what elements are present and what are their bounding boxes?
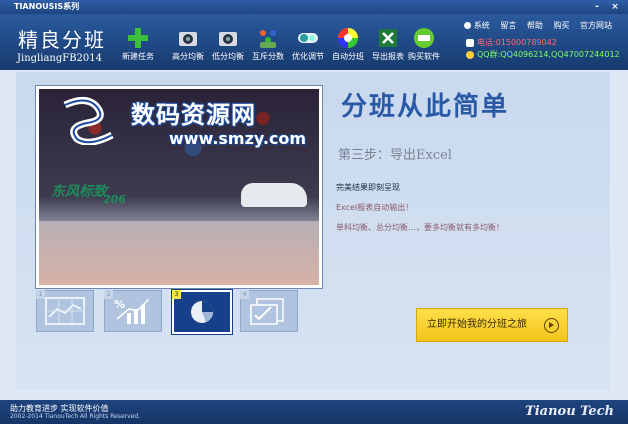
tool-label: 低分均衡 <box>212 52 244 61</box>
app-version: JingliangFB2014 <box>17 53 102 64</box>
new-task-button[interactable]: 新建任务 <box>118 26 158 62</box>
tool-label: 导出报表 <box>372 52 404 61</box>
high-score-balance-button[interactable]: 高分均衡 <box>168 26 208 62</box>
menu-buy[interactable]: 购买 <box>553 21 569 30</box>
export-report-button[interactable]: 导出报表 <box>368 26 408 62</box>
feature-image: 东风标致 206 数码资源网 www.smzy.com <box>36 86 322 288</box>
step-title: 第三步：导出Excel <box>338 148 452 163</box>
step-thumb-4[interactable]: 4 <box>240 290 298 332</box>
exclusive-score-button[interactable]: 互斥分数 <box>248 26 288 62</box>
step-thumb-2[interactable]: 2 % <box>104 290 162 332</box>
color-wheel-icon <box>338 28 358 48</box>
tool-label: 优化调节 <box>292 52 324 61</box>
plus-icon <box>128 28 148 48</box>
step-number: 2 <box>104 290 113 299</box>
minimize-button[interactable]: - <box>590 2 604 12</box>
menu-help[interactable]: 帮助 <box>527 21 543 30</box>
step-thumb-1[interactable]: 1 <box>36 290 94 332</box>
arrow-right-icon <box>544 318 559 333</box>
watermark-text: 数码资源网 <box>131 101 256 129</box>
contact-phone: 电话:015000789042 <box>466 37 557 48</box>
buy-software-button[interactable]: 购买软件 <box>404 26 444 62</box>
sponsor-sign: 东风标致 <box>51 184 107 200</box>
start-button-label: 立即开始我的分班之旅 <box>427 319 527 330</box>
menu-website[interactable]: 官方网站 <box>580 21 612 30</box>
qq-icon <box>466 50 474 59</box>
header: 精良分班 JingliangFB2014 新建任务 高分均衡 低分均衡 互斥分数… <box>0 14 628 70</box>
main-panel: 东风标致 206 数码资源网 www.smzy.com 分班从此简单 第三步：导… <box>16 72 610 390</box>
page-title: 分班从此简单 <box>341 92 510 122</box>
people-icon <box>260 30 276 48</box>
radio-icon <box>463 22 471 29</box>
description-headline: 完美结果即刻呈现 <box>336 183 400 192</box>
step-thumb-3[interactable]: 3 <box>172 290 232 334</box>
menu-system[interactable]: 系统 <box>463 21 490 30</box>
footer-copyright: 2002-2014 TianouTech All Rights Reserved… <box>10 413 141 420</box>
line-chart-icon <box>45 297 85 325</box>
step-number: 3 <box>172 290 181 299</box>
step-number: 4 <box>240 290 249 299</box>
percent-chart-icon: % <box>114 298 150 324</box>
optimize-button[interactable]: 优化调节 <box>288 26 328 62</box>
menu-message[interactable]: 留言 <box>500 21 516 30</box>
app-name: 精良分班 <box>18 28 106 52</box>
description-line: Excel报表自动输出！ <box>336 203 414 212</box>
tool-label: 自动分班 <box>332 52 364 61</box>
start-button[interactable]: 立即开始我的分班之旅 <box>416 308 568 342</box>
sponsor-sign-number: 206 <box>103 193 126 206</box>
system-menu: 系统 留言 帮助 购买 官方网站 <box>456 20 612 31</box>
pie-chart-icon <box>191 301 213 323</box>
watermark-url: www.smzy.com <box>169 129 307 148</box>
watermark-logo-icon <box>63 97 114 145</box>
cart-icon <box>414 28 434 48</box>
tool-label: 新建任务 <box>122 52 154 61</box>
low-score-balance-button[interactable]: 低分均衡 <box>208 26 248 62</box>
step-number: 1 <box>36 290 45 299</box>
window-title: TIANOUSIS系列 <box>14 2 80 11</box>
toggle-icon <box>298 33 318 43</box>
contact-qq: QQ群:QQ4096214,QQ47007244012 <box>466 49 620 60</box>
close-button[interactable]: × <box>608 2 622 12</box>
excel-icon <box>379 29 397 47</box>
footer: 助力教育进步 实现软件价值 2002-2014 TianouTech All R… <box>0 400 628 424</box>
tool-label: 高分均衡 <box>172 52 204 61</box>
title-bar[interactable]: TIANOUSIS系列 - × <box>0 0 628 14</box>
app-window: TIANOUSIS系列 - × 精良分班 JingliangFB2014 新建任… <box>0 0 628 424</box>
checkbox-icon <box>250 298 284 325</box>
image-floor <box>39 221 319 285</box>
camera-icon <box>219 32 237 46</box>
tool-label: 互斥分数 <box>252 52 284 61</box>
company-logo: Tianou Tech <box>525 404 614 419</box>
camera-icon <box>179 32 197 46</box>
svg-text:%: % <box>114 298 125 311</box>
phone-icon <box>466 38 474 47</box>
car-shape <box>241 183 307 207</box>
description-line: 单科均衡、总分均衡…，要多均衡就有多均衡！ <box>336 223 504 232</box>
tool-label: 购买软件 <box>408 52 440 61</box>
auto-assign-button[interactable]: 自动分班 <box>328 26 368 62</box>
